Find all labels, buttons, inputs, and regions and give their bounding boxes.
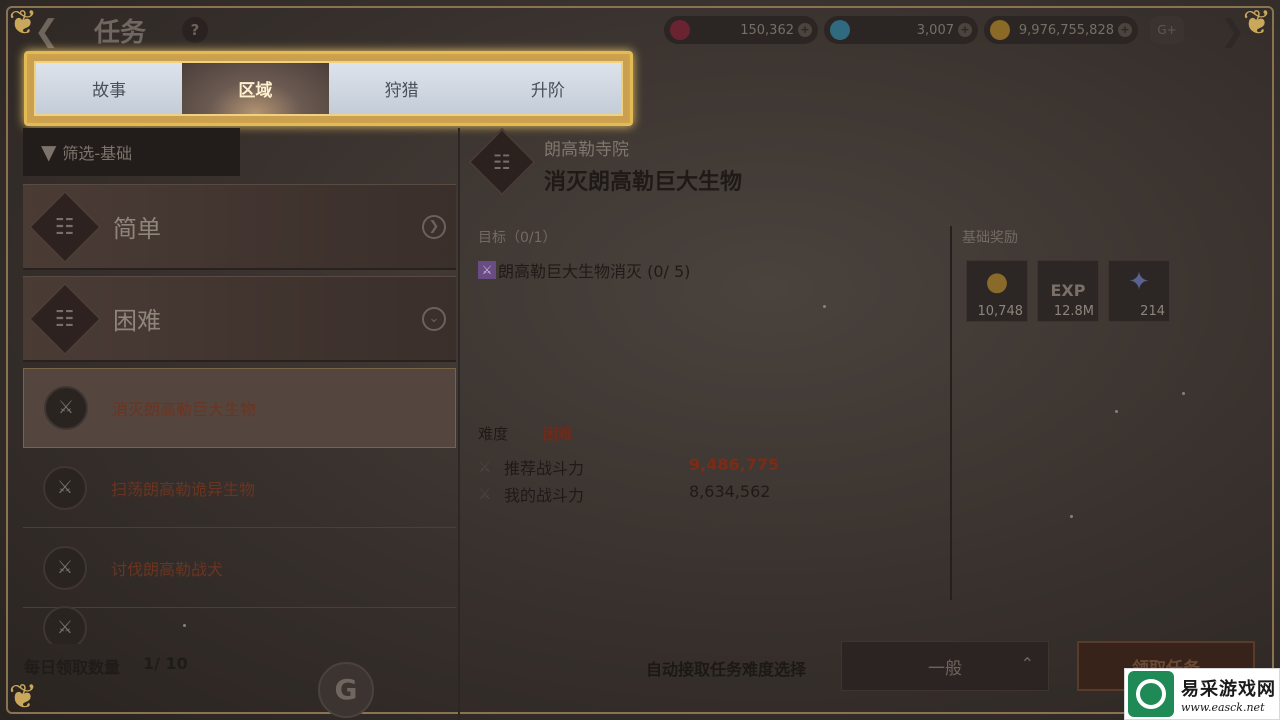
reward-value: 12.8M (1053, 304, 1094, 319)
difficulty-select[interactable]: 一般 ⌃ (841, 641, 1049, 691)
quest-item[interactable]: ⚔ 讨伐朗高勒战犬 (23, 528, 456, 608)
forward-arrow-icon[interactable]: ❯ (1220, 14, 1245, 49)
recommended-power-row: ⚔ 推荐战斗力 (478, 455, 584, 479)
quest-list: ☷ 简单 ❯ ☷ 困难 ⌄ ⚔ 消灭朗高勒巨大生物 ⚔ 扫荡朗高勒诡异生物 ⚔ … (23, 184, 456, 644)
watermark-logo-icon (1128, 671, 1174, 717)
crossed-swords-icon: ⚔ (44, 386, 88, 430)
sparkle (1115, 410, 1118, 413)
difficulty-value: 困难 (543, 425, 574, 443)
daily-accept-label: 每日领取数量 (24, 658, 121, 677)
diamond-icon (830, 20, 850, 40)
back-arrow-icon[interactable]: ❮ (34, 14, 59, 49)
currency-value: 150,362 (740, 22, 794, 38)
reward-value: 214 (1140, 304, 1165, 319)
help-button[interactable]: ? (182, 17, 208, 43)
filter-button[interactable]: ▼ 筛选-基础 (23, 128, 240, 176)
chevron-up-icon: ⌃ (1020, 654, 1034, 673)
filter-label: 筛选-基础 (62, 144, 133, 163)
quest-region: 朗高勒寺院 (544, 140, 629, 160)
quest-item[interactable]: ⚔ (23, 605, 456, 644)
sparkle (1182, 392, 1185, 395)
reward-orb[interactable]: ✦ 214 (1108, 260, 1170, 322)
extra-currency-badge[interactable]: G+ (1150, 16, 1184, 44)
currency-ruby: 150,362 + (664, 16, 818, 44)
my-power-value: 8,634,562 (689, 482, 771, 501)
tab-region[interactable]: 区域 (182, 63, 329, 114)
quest-item[interactable]: ⚔ 消灭朗高勒巨大生物 (23, 368, 456, 448)
recommended-power-value: 9,486,775 (689, 455, 780, 474)
my-power-label: 我的战斗力 (504, 486, 585, 505)
quest-tab-bar: 故事 区域 狩猎 升阶 (24, 51, 633, 126)
objective-label: 目标（0/1） (478, 230, 557, 246)
scroll-icon: ☷ (468, 128, 536, 196)
watermark-name: 易采游戏网 (1181, 678, 1276, 700)
category-label: 困难 (113, 307, 161, 335)
crossed-swords-icon: ⚔ (478, 485, 492, 503)
reward-exp[interactable]: EXP 12.8M (1037, 260, 1099, 322)
category-easy[interactable]: ☷ 简单 ❯ (23, 184, 456, 270)
scroll-icon: ☷ (28, 281, 102, 356)
brand-logo-icon: G (318, 662, 374, 718)
objective-text: 朗高勒巨大生物消灭 (0/ 5) (498, 262, 691, 281)
sparkle (823, 305, 826, 308)
objective-item: ⚔ 朗高勒巨大生物消灭 (0/ 5) (478, 258, 690, 282)
currency-value: 3,007 (916, 22, 954, 38)
currency-gold: 9,976,755,828 + (984, 16, 1138, 44)
crossed-swords-icon: ⚔ (43, 465, 87, 510)
crossed-swords-icon: ⚔ (43, 605, 87, 644)
quest-label: 消灭朗高勒巨大生物 (112, 400, 257, 419)
chevron-down-icon: ⌄ (422, 307, 446, 331)
quest-title: 消灭朗高勒巨大生物 (544, 170, 743, 195)
reward-value: 10,748 (977, 304, 1024, 319)
tab-hunt[interactable]: 狩猎 (328, 63, 475, 114)
reward-gold[interactable]: ● 10,748 (966, 260, 1028, 322)
reward-title: 基础奖励 (962, 230, 1018, 246)
difficulty-label: 难度 (478, 425, 509, 443)
game-screen: ❦ ❦ ❦ ❮ 任务 ? 150,362 + 3,007 + 9,976,755… (0, 0, 1280, 720)
add-ruby-button[interactable]: + (798, 23, 812, 37)
daily-accept-count: 1/ 10 (143, 654, 188, 673)
quest-label: 扫荡朗高勒诡异生物 (111, 479, 256, 499)
currency-diamond: 3,007 + (824, 16, 978, 44)
crossed-swords-icon: ⚔ (478, 458, 492, 476)
add-gold-button[interactable]: + (1118, 23, 1132, 37)
frame-corner-ornament: ❦ (8, 677, 38, 717)
quest-label: 讨伐朗高勒战犬 (111, 559, 224, 579)
panel-divider (458, 128, 460, 720)
gold-coin-icon (990, 20, 1010, 40)
watermark-url: www.easck.net (1181, 700, 1265, 714)
page-title: 任务 (94, 18, 147, 48)
category-label: 简单 (113, 215, 161, 243)
tab-story[interactable]: 故事 (36, 63, 183, 114)
currency-value: 9,976,755,828 (1018, 22, 1114, 38)
chevron-right-icon: ❯ (422, 215, 446, 239)
quest-item[interactable]: ⚔ 扫荡朗高勒诡异生物 (23, 448, 456, 528)
site-watermark: 易采游戏网 www.easck.net (1124, 668, 1280, 720)
auto-accept-label: 自动接取任务难度选择 (646, 660, 807, 679)
add-diamond-button[interactable]: + (958, 23, 972, 37)
orb-icon: ✦ (1128, 267, 1150, 297)
sword-icon: ⚔ (478, 261, 496, 279)
gold-coins-icon: ● (985, 267, 1009, 297)
tab-advance[interactable]: 升阶 (474, 63, 621, 114)
sparkle (1070, 515, 1073, 518)
sparkle (183, 624, 186, 627)
crossed-swords-icon: ⚔ (43, 545, 87, 590)
category-hard[interactable]: ☷ 困难 ⌄ (23, 276, 456, 362)
exp-icon: EXP (1050, 281, 1086, 300)
scroll-icon: ☷ (28, 189, 102, 264)
recommended-power-label: 推荐战斗力 (504, 459, 585, 478)
difficulty-select-value: 一般 (928, 658, 962, 679)
reward-divider (950, 226, 952, 600)
my-power-row: ⚔ 我的战斗力 (478, 482, 584, 506)
filter-icon: ▼ (41, 140, 57, 164)
ruby-icon (670, 20, 690, 40)
